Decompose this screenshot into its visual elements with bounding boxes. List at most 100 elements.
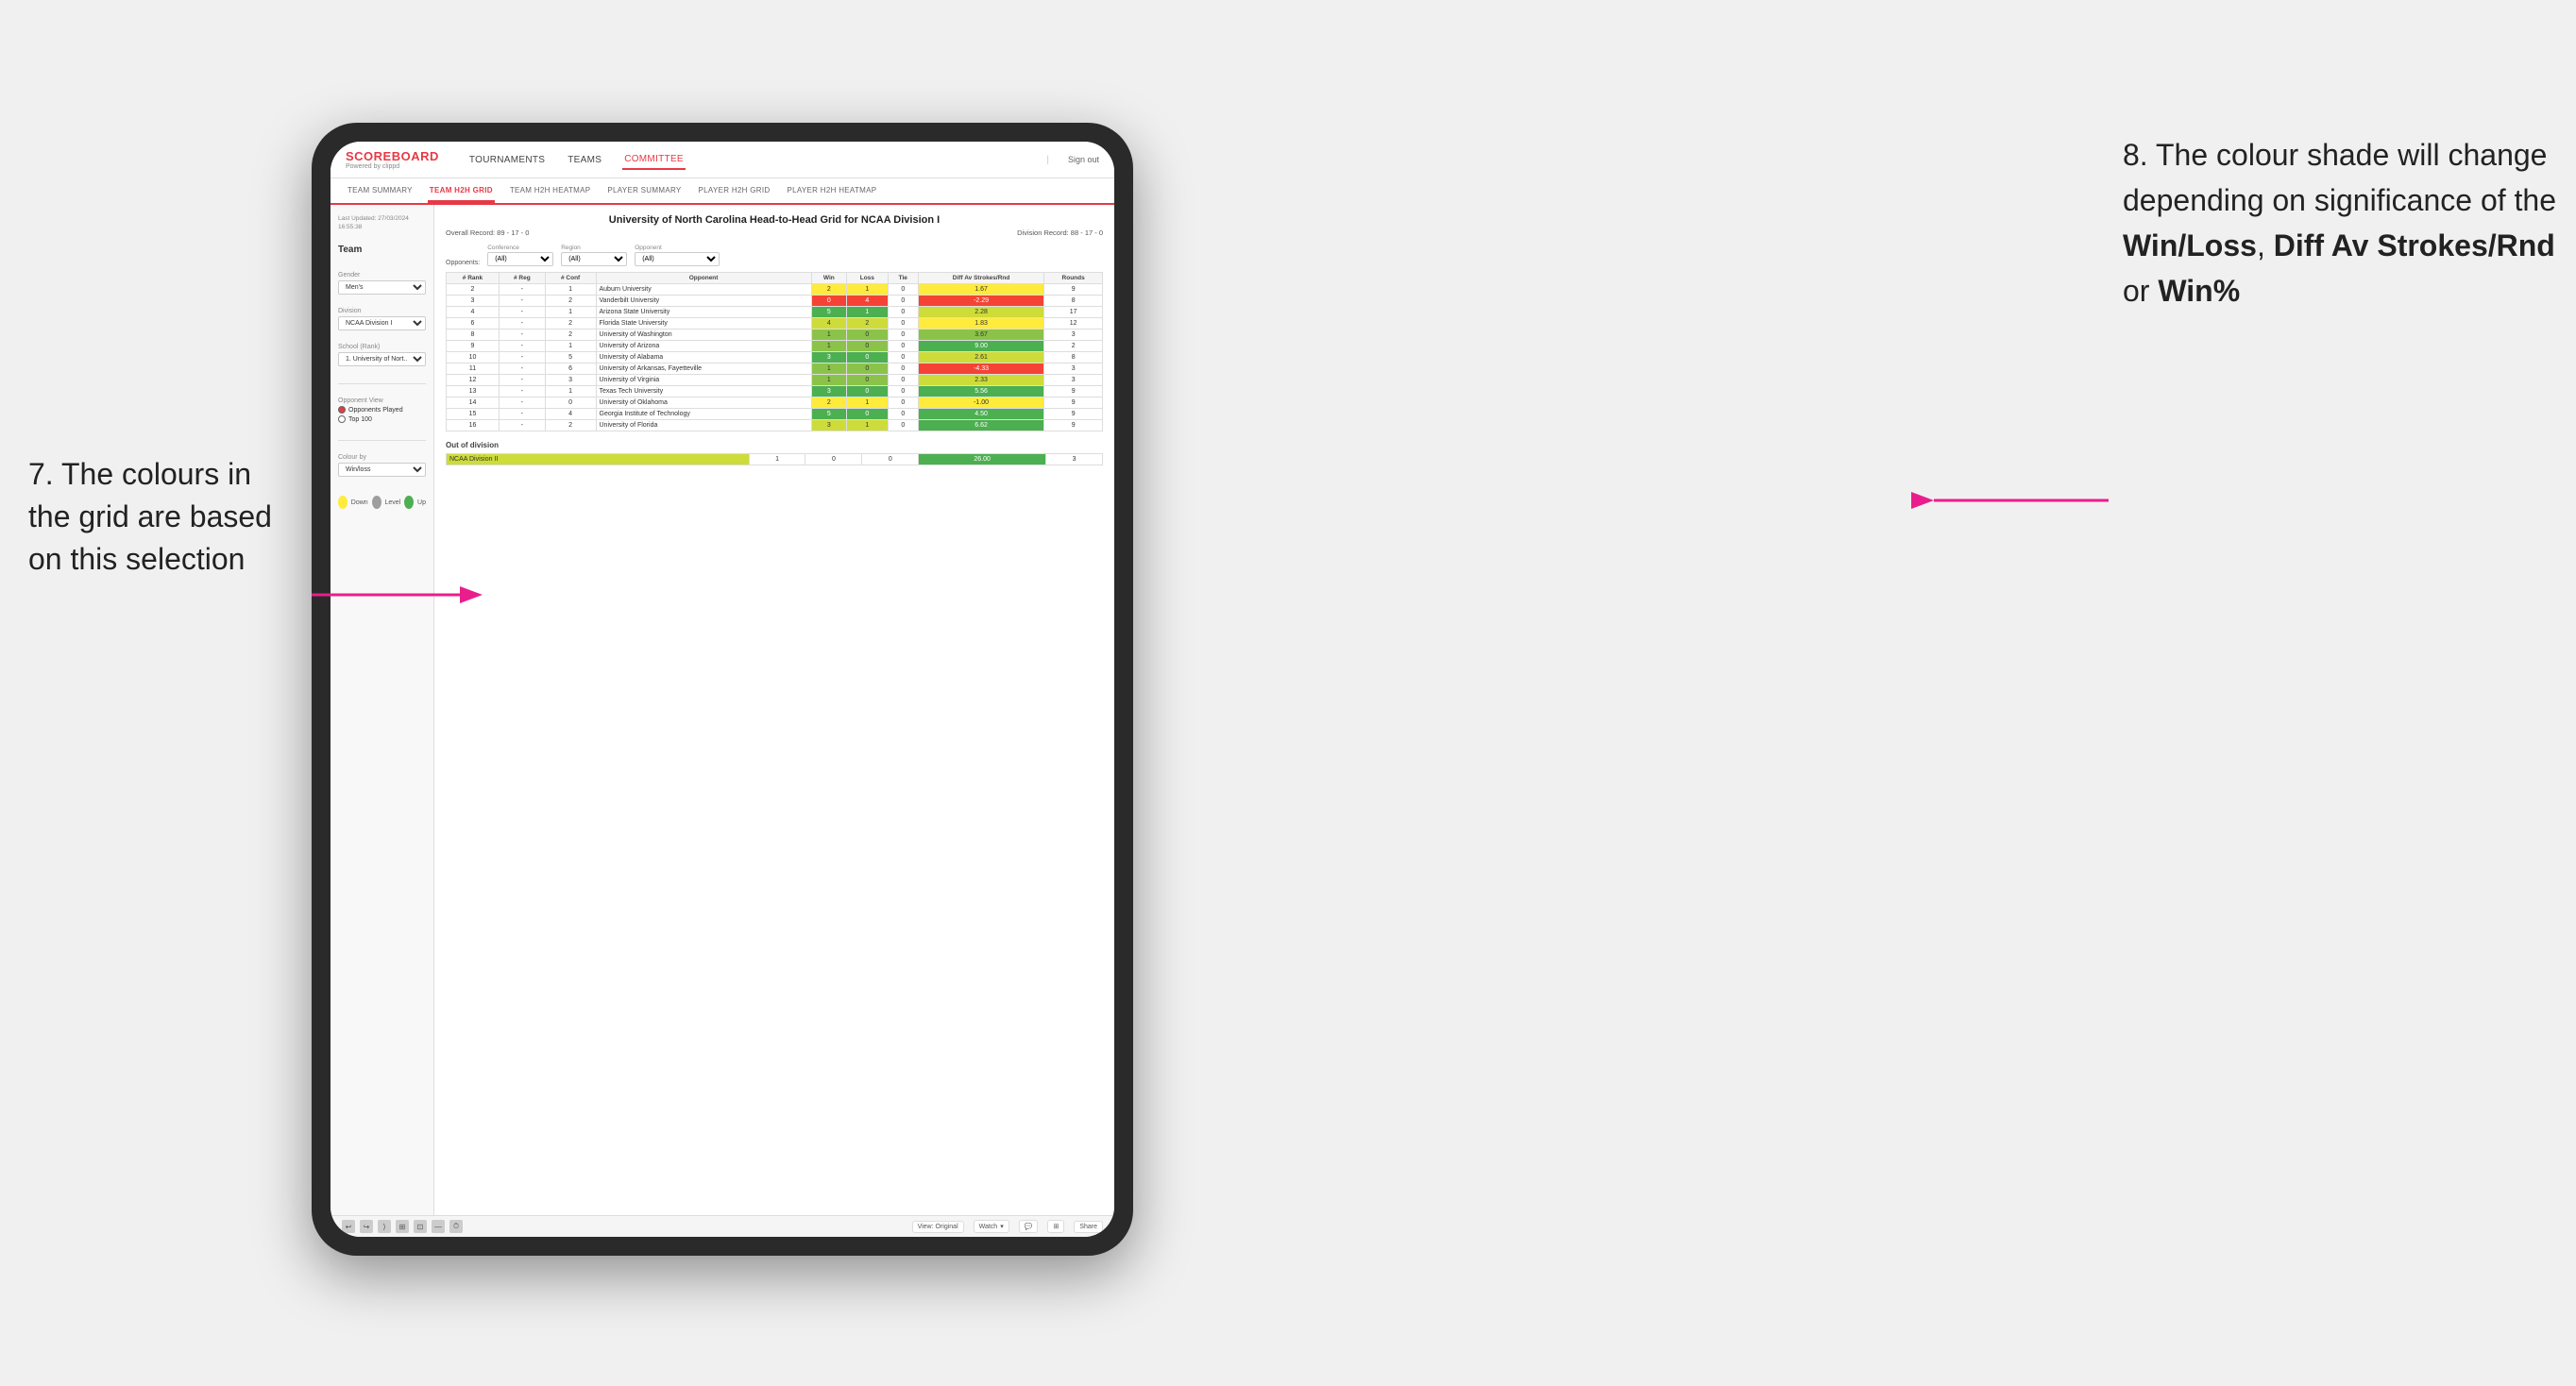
conference-filter-select[interactable]: (All) [487,252,553,266]
out-of-division-title: Out of division [446,441,1103,449]
gender-select[interactable]: Men's [338,280,426,295]
sign-out-link[interactable]: Sign out [1068,155,1099,164]
filters-row: Opponents: Conference (All) Region (All) [446,245,1103,266]
gender-block: Gender Men's [338,272,426,295]
cell-win: 5 [811,307,846,318]
nav-teams[interactable]: TEAMS [566,151,603,169]
division-block: Division NCAA Division I [338,308,426,330]
opponent-view-label: Opponent View [338,397,426,404]
cell-tie: 0 [888,330,918,341]
cell-reg: - [499,307,545,318]
share-btn[interactable]: Share [1074,1221,1103,1233]
region-filter-select[interactable]: (All) [561,252,627,266]
table-row: 14 - 0 University of Oklahoma 2 1 0 -1.0… [447,397,1103,409]
table-row: 13 - 1 Texas Tech University 3 0 0 5.56 … [447,386,1103,397]
subnav-team-h2h-grid[interactable]: TEAM H2H GRID [428,182,495,203]
division-select[interactable]: NCAA Division I [338,316,426,330]
table-row: 9 - 1 University of Arizona 1 0 0 9.00 2 [447,341,1103,352]
cell-rank: 3 [447,296,500,307]
cell-reg: - [499,397,545,409]
team-label: Team [338,245,426,255]
opponent-filter: Opponent (All) [635,245,720,266]
legend-level-label: Level [385,499,401,506]
cell-diff: 1.67 [918,284,1043,296]
cell-rounds: 9 [1044,386,1103,397]
school-select[interactable]: 1. University of Nort... [338,352,426,366]
undo-icon[interactable]: ↩ [342,1220,355,1233]
cell-loss: 0 [846,352,888,363]
annotation-left: 7. The colours in the grid are based on … [28,453,293,580]
colour-by-select[interactable]: Win/loss [338,463,426,477]
th-opponent: Opponent [596,273,811,284]
annotation-right: 8. The colour shade will change dependin… [2123,132,2557,313]
radio-top100[interactable]: Top 100 [338,415,426,423]
share-label: Share [1079,1224,1097,1230]
cell-win: 1 [811,363,846,375]
last-updated-text: Last Updated: 27/03/2024 16:55:38 [338,214,426,231]
present-btn[interactable]: ⊞ [1047,1220,1064,1233]
cell-tie: 0 [888,341,918,352]
present-icon: ⊞ [1053,1223,1059,1230]
cell-conf: 2 [545,296,596,307]
legend-up-dot [404,496,414,509]
nav-committee[interactable]: COMMITTEE [622,150,686,170]
comment-btn[interactable]: 💬 [1019,1220,1039,1233]
cell-tie: 0 [888,386,918,397]
cell-tie: 0 [888,307,918,318]
ood-cell-win: 1 [749,454,805,465]
ood-table-row: NCAA Division II 1 0 0 26.00 3 [447,454,1103,465]
paste-icon[interactable]: ⊡ [414,1220,427,1233]
subnav-team-h2h-heatmap[interactable]: TEAM H2H HEATMAP [508,182,593,203]
cell-loss: 0 [846,386,888,397]
redo-icon[interactable]: ↪ [360,1220,373,1233]
forward-icon[interactable]: ⟩ [378,1220,391,1233]
radio-opponents-played[interactable]: Opponents Played [338,406,426,414]
cell-conf: 1 [545,307,596,318]
arrow-left-svg [302,566,491,623]
cell-rounds: 2 [1044,341,1103,352]
table-header-row: # Rank # Reg # Conf Opponent Win Loss Ti… [447,273,1103,284]
view-original-btn[interactable]: View: Original [912,1221,964,1233]
table-row: 12 - 3 University of Virginia 1 0 0 2.33… [447,375,1103,386]
region-filter: Region (All) [561,245,627,266]
division-record: Division Record: 88 - 17 - 0 [1017,228,1103,237]
cell-opponent: Georgia Institute of Technology [596,409,811,420]
opponent-filter-select[interactable]: (All) [635,252,720,266]
cell-conf: 1 [545,284,596,296]
cell-reg: - [499,375,545,386]
table-row: 4 - 1 Arizona State University 5 1 0 2.2… [447,307,1103,318]
cell-opponent: University of Virginia [596,375,811,386]
ood-cell-opponent: NCAA Division II [447,454,750,465]
cell-win: 2 [811,397,846,409]
top-nav: SCOREBOARD Powered by clippd TOURNAMENTS… [330,142,1114,178]
cell-diff: -4.33 [918,363,1043,375]
th-conf: # Conf [545,273,596,284]
clock-icon[interactable]: ⏱ [449,1220,463,1233]
cell-rounds: 9 [1044,284,1103,296]
subnav-player-h2h-heatmap[interactable]: PLAYER H2H HEATMAP [785,182,878,203]
nav-tournaments[interactable]: TOURNAMENTS [467,151,547,169]
cell-conf: 1 [545,386,596,397]
cell-reg: - [499,284,545,296]
cell-win: 1 [811,330,846,341]
logo-area: SCOREBOARD Powered by clippd [346,149,439,170]
cell-loss: 0 [846,363,888,375]
cell-reg: - [499,318,545,330]
cell-rank: 10 [447,352,500,363]
tablet-screen: SCOREBOARD Powered by clippd TOURNAMENTS… [330,142,1114,1237]
th-rank: # Rank [447,273,500,284]
nav-divider: | [1046,155,1049,165]
cell-loss: 0 [846,409,888,420]
crop-icon[interactable]: ⊞ [396,1220,409,1233]
cell-diff: -1.00 [918,397,1043,409]
school-block: School (Rank) 1. University of Nort... [338,344,426,366]
cell-opponent: Vanderbilt University [596,296,811,307]
subnav-player-summary[interactable]: PLAYER SUMMARY [605,182,683,203]
overall-record: Overall Record: 89 - 17 - 0 [446,228,529,237]
watch-btn[interactable]: Watch ▾ [974,1220,1009,1233]
cell-rank: 13 [447,386,500,397]
subnav-player-h2h-grid[interactable]: PLAYER H2H GRID [697,182,772,203]
subnav-team-summary[interactable]: TEAM SUMMARY [346,182,415,203]
sidebar-divider-1 [338,383,426,384]
cell-win: 0 [811,296,846,307]
